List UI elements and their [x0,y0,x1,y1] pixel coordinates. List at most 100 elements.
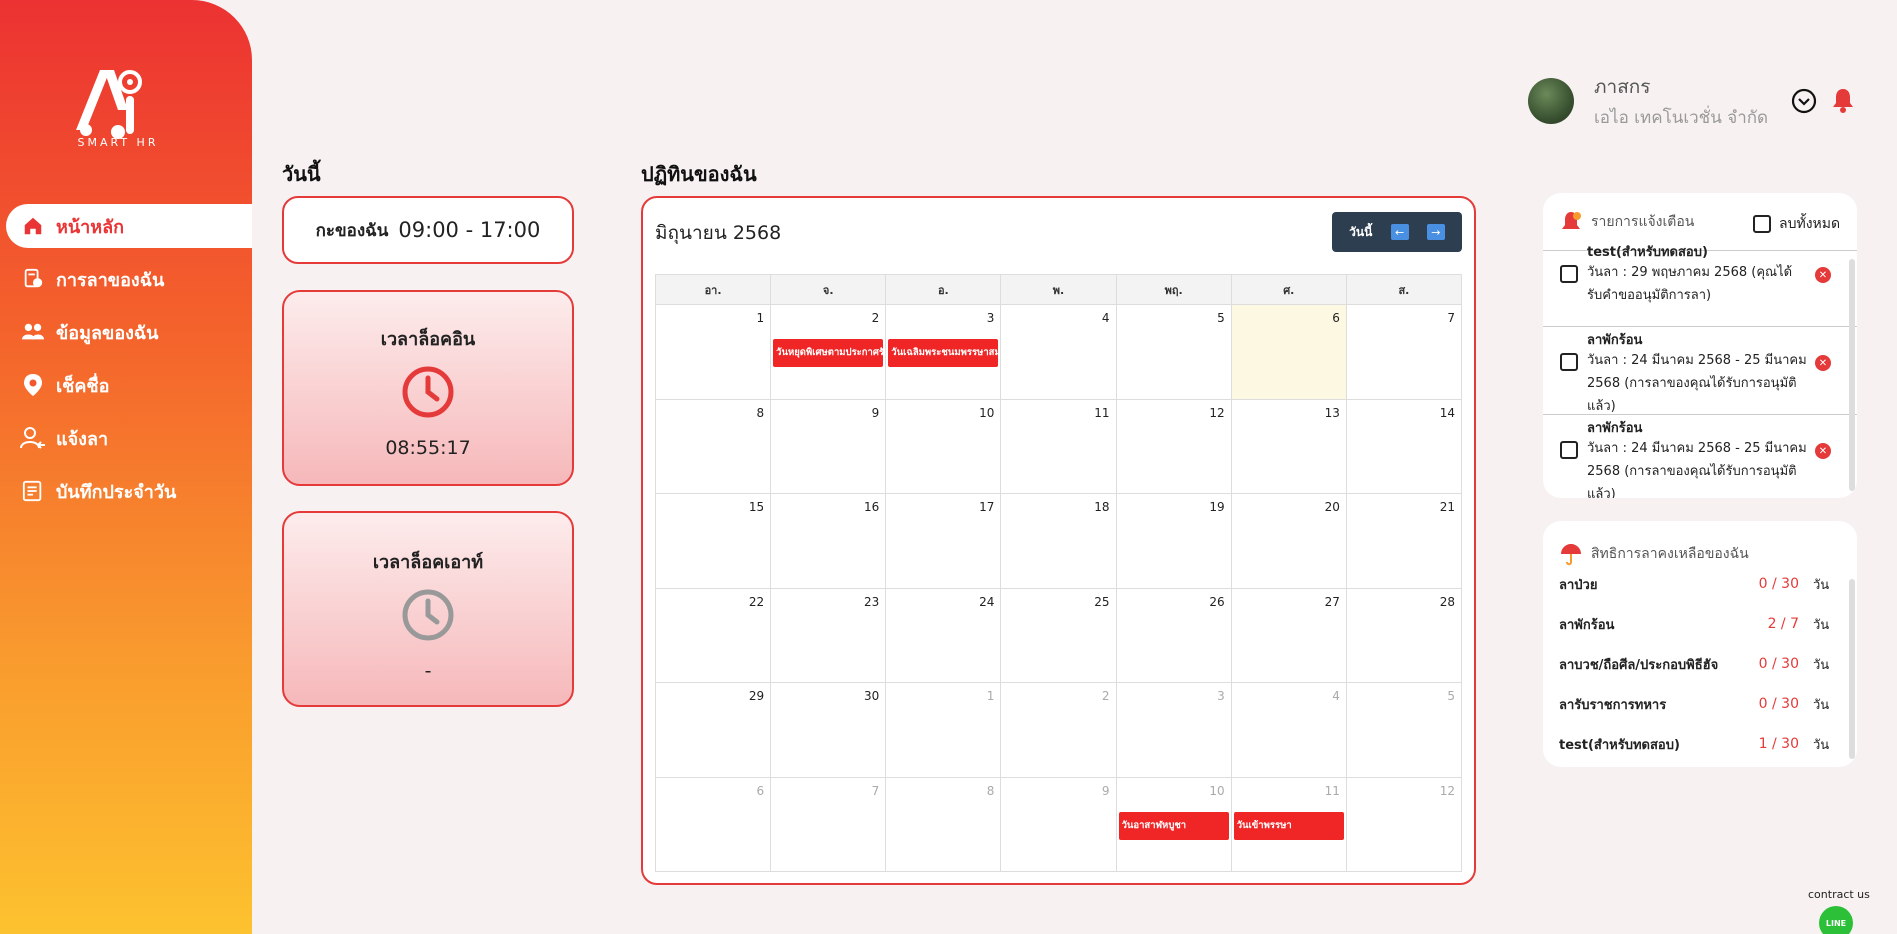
calendar-grid: อา. จ. อ. พ. พฤ. ศ. ส. 1 2 วันหยุดพิเศษตามประกาศ… [654,274,1463,872]
calendar-day[interactable]: 13 [1230,398,1347,494]
sidebar-item-check-in[interactable]: เช็คชื่อ [0,363,252,407]
calendar-day[interactable]: 29 [654,682,772,778]
dismiss-icon[interactable]: ✕ [1815,443,1831,459]
dismiss-icon[interactable]: ✕ [1815,355,1831,371]
sidebar-item-my-info[interactable]: ข้อมูลของฉัน [0,310,252,354]
leave-balance-scrollbar[interactable] [1849,579,1855,759]
umbrella-icon [1561,544,1581,566]
avatar[interactable] [1528,78,1574,124]
calendar-weekday: พฤ. [1115,274,1232,305]
calendar-next-arrow-icon[interactable]: → [1426,224,1445,240]
notification-checkbox[interactable] [1560,353,1578,371]
calendar-day[interactable]: 8 [654,398,772,494]
calendar-day[interactable]: 2 วันหยุดพิเศษตามประกาศรัฐ [770,304,887,400]
calendar-day[interactable]: 9 [770,398,887,494]
calendar-day[interactable]: 5 [1115,304,1232,400]
calendar-event[interactable]: วันอาสาฬหบูชา [1118,811,1229,840]
home-icon [20,213,46,239]
calendar-event[interactable]: วันเข้าพรรษา [1233,811,1344,840]
calendar-day[interactable]: 6 [654,776,772,872]
sidebar-item-label: บันทึกประจำวัน [56,481,177,503]
calendar-day[interactable]: 6 [1230,304,1347,400]
calendar-day-number: 25 [1094,594,1110,609]
calendar-day[interactable]: 10 [885,398,1002,494]
calendar-day[interactable]: 9 [1000,776,1117,872]
calendar-weekday: อ. [885,274,1002,305]
leave-unit: วัน [1813,737,1830,753]
calendar-day[interactable]: 7 [770,776,887,872]
calendar-day[interactable]: 20 [1230,493,1347,589]
calendar-day[interactable]: 23 [770,587,887,683]
calendar-day[interactable]: 4 [1000,304,1117,400]
calendar-day[interactable]: 18 [1000,493,1117,589]
calendar-day[interactable]: 14 [1345,398,1463,494]
calendar-day[interactable]: 11 วันเข้าพรรษา [1230,776,1347,872]
calendar-day[interactable]: 12 [1345,776,1463,872]
leave-balance-header: สิทธิการลาคงเหลือของฉัน [1543,521,1857,571]
user-leave-icon [20,425,46,451]
leave-type: test(สำหรับทดสอบ) [1559,737,1680,753]
calendar-day[interactable]: 1 [885,682,1002,778]
notifications-scrollbar[interactable] [1849,259,1855,491]
calendar-day-number: 8 [756,405,765,420]
clear-all-checkbox[interactable] [1753,215,1771,233]
calendar-day-number: 9 [1101,783,1110,798]
calendar-day[interactable]: 8 [885,776,1002,872]
clock-out-title: เวลาล็อคเอาท์ [372,552,484,573]
calendar-day[interactable]: 28 [1345,587,1463,683]
bell-icon[interactable] [1829,86,1857,114]
notifications-title: รายการแจ้งเตือน [1591,213,1695,230]
calendar-day[interactable]: 26 [1115,587,1232,683]
calendar-day[interactable]: 1 [654,304,772,400]
calendar-day-number: 6 [1332,311,1340,325]
sidebar-item-home[interactable]: หน้าหลัก [6,204,252,248]
calendar-day[interactable]: 17 [885,493,1002,589]
calendar-day[interactable]: 22 [654,587,772,683]
sidebar-item-request-leave[interactable]: แจ้งลา [0,416,252,460]
calendar-day-number: 3 [986,311,995,325]
calendar-day[interactable]: 2 [1000,682,1117,778]
clock-in-title: เวลาล็อคอิน [380,329,476,350]
calendar-day[interactable]: 4 [1230,682,1347,778]
sidebar-item-label: เช็คชื่อ [56,375,110,397]
calendar-event[interactable]: วันเฉลิมพระชนมพรรษาสมเด็ [888,339,999,367]
calendar-day[interactable]: 12 [1115,398,1232,494]
calendar-day[interactable]: 19 [1115,493,1232,589]
calendar-week: 15 16 17 18 19 20 21 [654,493,1463,589]
calendar-day-number: 26 [1209,594,1225,609]
calendar-day[interactable]: 3 วันเฉลิมพระชนมพรรษาสมเด็ [885,304,1002,400]
calendar-day-number: 2 [871,311,880,325]
sidebar-item-my-leave[interactable]: การลาของฉัน [0,257,252,301]
calendar-day[interactable]: 30 [770,682,887,778]
chevron-down-icon[interactable] [1791,88,1817,114]
line-chat-label: LINE [1825,918,1847,928]
leave-row: test(สำหรับทดสอบ) 1 / 30 วัน [1559,731,1845,757]
team-icon [20,319,46,345]
calendar-day[interactable]: 15 [654,493,772,589]
calendar-day-number: 18 [1094,500,1110,514]
calendar-event[interactable]: วันหยุดพิเศษตามประกาศรัฐ [773,339,884,367]
leave-used: 0 / 30 [1758,576,1799,592]
calendar-today-button[interactable]: วันนี้ [1349,223,1372,242]
calendar-day[interactable]: 27 [1230,587,1347,683]
leave-row: ลาบวช/ถือศีล/ประกอบพิธีฮัจ 0 / 30 วัน [1559,651,1845,677]
calendar-day[interactable]: 7 [1345,304,1463,400]
clear-all-toggle[interactable]: ลบทั้งหมด [1753,213,1840,235]
notification-checkbox[interactable] [1560,441,1578,459]
notification-title: ลาพักร้อน [1587,421,1643,436]
calendar-day[interactable]: 21 [1345,493,1463,589]
calendar-day[interactable]: 10 วันอาสาฬหบูชา [1115,776,1232,872]
calendar-prev-arrow-icon[interactable]: ← [1390,224,1409,240]
notification-checkbox[interactable] [1560,265,1578,283]
calendar-day[interactable]: 11 [1000,398,1117,494]
notification-item: ลาพักร้อน วันลา : 24 มีนาคม 2568 - 25 มี… [1543,327,1857,415]
dismiss-icon[interactable]: ✕ [1815,267,1831,283]
calendar-day[interactable]: 25 [1000,587,1117,683]
calendar: มิถุนายน 2568 วันนี้ ← → อา. จ. อ. พ. พฤ. ศ. ส… [641,196,1476,885]
calendar-day[interactable]: 5 [1345,682,1463,778]
calendar-day[interactable]: 16 [770,493,887,589]
calendar-day[interactable]: 24 [885,587,1002,683]
sidebar-item-daily-log[interactable]: บันทึกประจำวัน [0,469,252,513]
line-chat-icon[interactable]: LINE [1819,906,1853,934]
calendar-day[interactable]: 3 [1115,682,1232,778]
